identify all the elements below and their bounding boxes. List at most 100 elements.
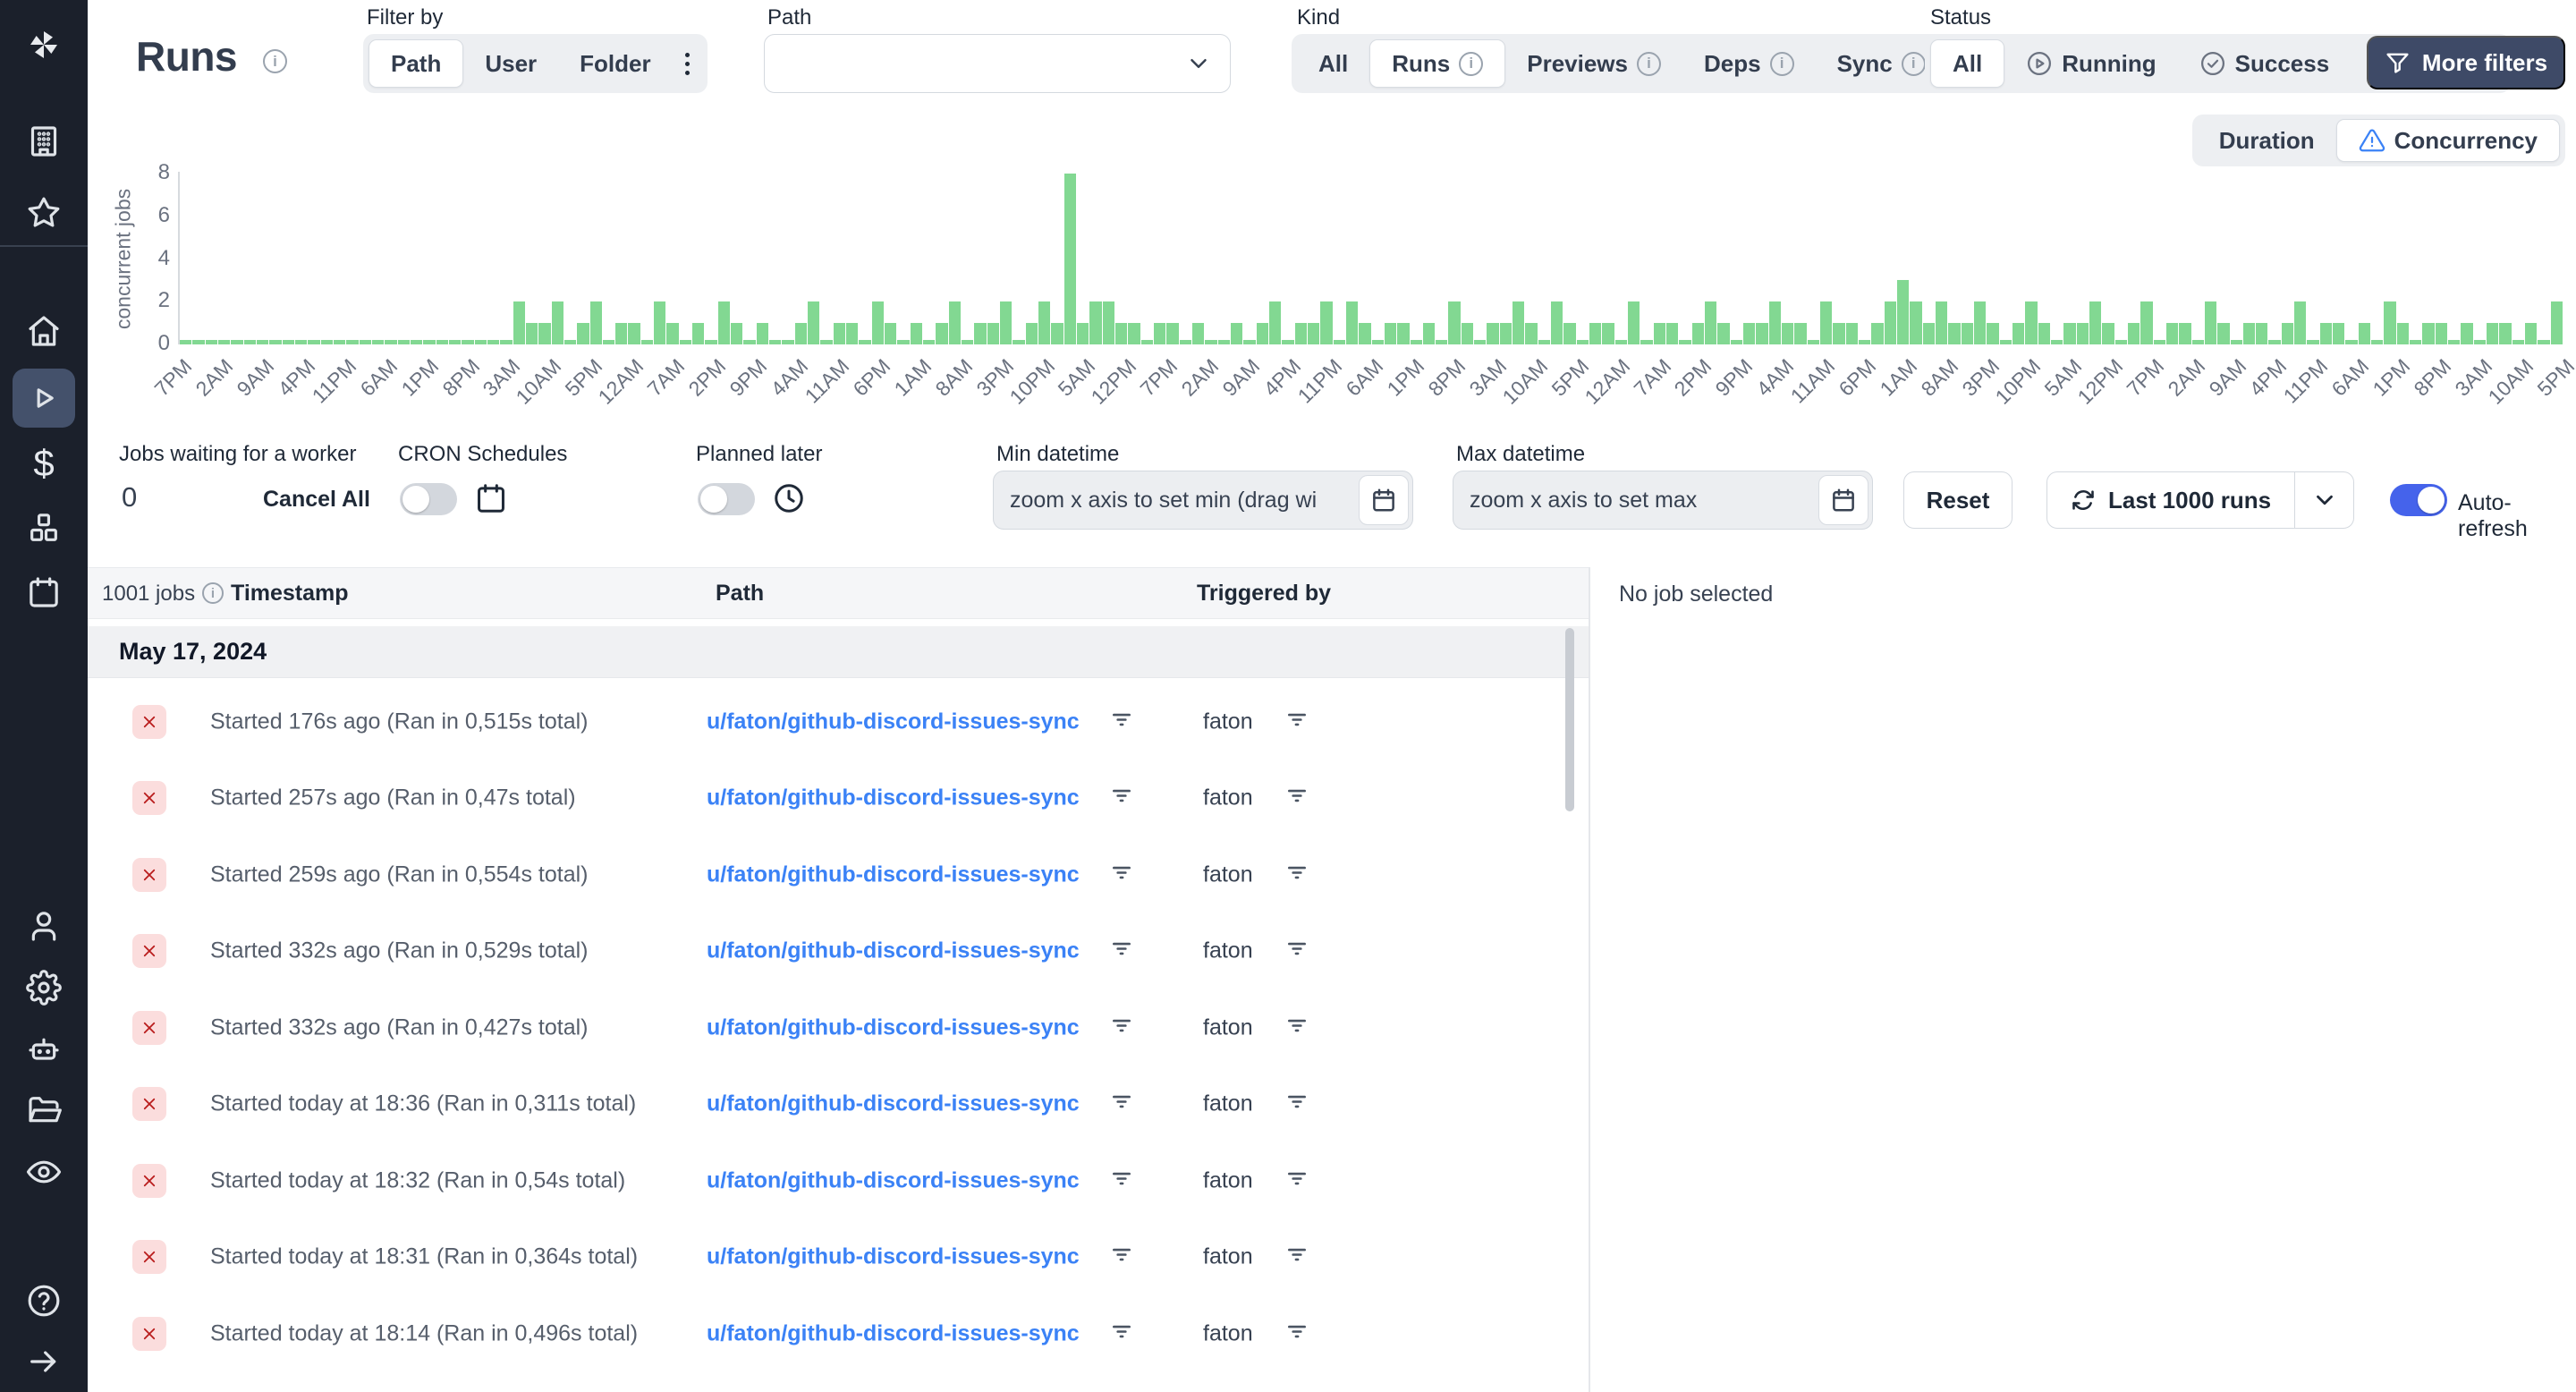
sidebar-item-resources-icon[interactable] xyxy=(0,499,88,556)
run-triggered-by: faton xyxy=(1203,709,1253,734)
filter-by-user-icon[interactable] xyxy=(1285,1091,1309,1118)
reset-button[interactable]: Reset xyxy=(1903,471,2012,529)
min-datetime-calendar-button[interactable] xyxy=(1359,475,1409,525)
run-row[interactable]: Started 259s ago (Ran in 0,554s total) u… xyxy=(88,836,1589,913)
sidebar-item-folders-icon[interactable] xyxy=(0,1082,88,1139)
chart-bar xyxy=(1922,323,1935,344)
filter-by-user-icon[interactable] xyxy=(1285,1167,1309,1194)
filter-by-path-icon[interactable] xyxy=(1110,1320,1133,1347)
sidebar-item-settings-gear-icon[interactable] xyxy=(0,959,88,1016)
filter-by-user-icon[interactable] xyxy=(1285,708,1309,735)
status-success-button[interactable]: Success xyxy=(2178,39,2351,88)
cancel-all-button[interactable]: Cancel All xyxy=(263,487,370,513)
run-row[interactable]: Started today at 18:14 (Ran in 0,496s to… xyxy=(88,1295,1589,1372)
filter-by-path-icon[interactable] xyxy=(1110,708,1133,735)
filter-by-path-icon[interactable] xyxy=(1110,1091,1133,1118)
planned-later-toggle[interactable] xyxy=(698,483,755,515)
filter-by-path-icon[interactable] xyxy=(1110,1243,1133,1271)
failure-status-badge[interactable] xyxy=(132,857,166,892)
expand-sidebar-arrow-icon[interactable] xyxy=(0,1333,88,1390)
concurrency-tab[interactable]: Concurrency xyxy=(2335,119,2560,162)
path-select[interactable] xyxy=(764,34,1231,93)
filter-by-path-icon[interactable] xyxy=(1110,785,1133,812)
jobs-count-info-icon[interactable] xyxy=(202,582,224,604)
refresh-runs-button[interactable]: Last 1000 runs xyxy=(2047,472,2294,528)
filter-by-user-icon[interactable] xyxy=(1285,1243,1309,1271)
help-icon[interactable] xyxy=(0,1272,88,1329)
run-path-link[interactable]: u/faton/github-discord-issues-sync xyxy=(707,1014,1080,1040)
chart-bar xyxy=(1474,340,1487,344)
filter-by-user-icon[interactable] xyxy=(1285,785,1309,812)
filter-by-user-icon[interactable] xyxy=(1285,938,1309,965)
favorites-star-icon[interactable] xyxy=(0,184,88,242)
column-header-triggered-by[interactable]: Triggered by xyxy=(1197,581,1331,607)
run-path-link[interactable]: u/faton/github-discord-issues-sync xyxy=(707,938,1080,964)
auto-refresh-toggle[interactable] xyxy=(2390,484,2447,516)
failure-status-badge[interactable] xyxy=(132,1010,166,1045)
chart-bar xyxy=(2050,340,2063,344)
sidebar-item-runs-icon[interactable] xyxy=(13,369,75,428)
windmill-logo-icon[interactable] xyxy=(0,16,88,73)
more-filters-button[interactable]: More filters xyxy=(2367,36,2565,89)
max-datetime-input[interactable] xyxy=(1453,487,1818,514)
filter-by-user-button[interactable]: User xyxy=(463,39,558,88)
failure-status-badge[interactable] xyxy=(132,1240,166,1275)
run-path-link[interactable]: u/faton/github-discord-issues-sync xyxy=(707,709,1080,734)
run-row[interactable]: Started today at 18:31 (Ran in 0,364s to… xyxy=(88,1219,1589,1296)
runs-count-dropdown-button[interactable] xyxy=(2294,472,2353,528)
filter-by-path-icon[interactable] xyxy=(1110,1167,1133,1194)
list-scrollbar[interactable] xyxy=(1565,628,1574,811)
concurrency-bar-chart[interactable] xyxy=(180,173,2563,344)
failure-status-badge[interactable] xyxy=(132,1163,166,1198)
status-running-button[interactable]: Running xyxy=(2004,39,2177,88)
sidebar-item-schedules-icon[interactable] xyxy=(0,564,88,621)
run-path-link[interactable]: u/faton/github-discord-issues-sync xyxy=(707,1244,1080,1270)
column-header-timestamp[interactable]: Timestamp xyxy=(231,581,349,607)
run-row[interactable]: Started 332s ago (Ran in 0,529s total) u… xyxy=(88,913,1589,990)
chart-bar xyxy=(615,323,628,344)
run-path-link[interactable]: u/faton/github-discord-issues-sync xyxy=(707,862,1080,887)
sidebar-item-billing-icon[interactable]: $ xyxy=(0,435,88,492)
duration-tab[interactable]: Duration xyxy=(2198,119,2336,162)
filter-by-path-button[interactable]: Path xyxy=(369,39,464,88)
run-path-link[interactable]: u/faton/github-discord-issues-sync xyxy=(707,1091,1080,1117)
kind-all-button[interactable]: All xyxy=(1297,39,1369,88)
run-path-link[interactable]: u/faton/github-discord-issues-sync xyxy=(707,1320,1080,1346)
filter-by-user-icon[interactable] xyxy=(1285,1320,1309,1347)
failure-status-badge[interactable] xyxy=(132,781,166,816)
filter-by-user-icon[interactable] xyxy=(1285,1014,1309,1041)
run-row[interactable]: Started 332s ago (Ran in 0,427s total) u… xyxy=(88,989,1589,1066)
filter-by-more-kebab-icon[interactable] xyxy=(673,52,702,75)
kind-runs-button[interactable]: Runs xyxy=(1369,39,1506,88)
runs-info-icon[interactable] xyxy=(263,49,287,73)
max-datetime-calendar-button[interactable] xyxy=(1818,475,1868,525)
run-row[interactable]: Started 176s ago (Ran in 0,515s total) u… xyxy=(88,683,1589,760)
filter-by-path-icon[interactable] xyxy=(1110,861,1133,888)
failure-status-badge[interactable] xyxy=(132,1316,166,1351)
cron-schedules-toggle[interactable] xyxy=(400,483,457,515)
filter-by-path-icon[interactable] xyxy=(1110,938,1133,965)
sidebar-item-users-icon[interactable] xyxy=(0,897,88,955)
column-header-path[interactable]: Path xyxy=(716,581,764,607)
sidebar-item-workers-robot-icon[interactable] xyxy=(0,1021,88,1078)
failure-status-badge[interactable] xyxy=(132,704,166,739)
chart-bar xyxy=(2473,340,2487,344)
workspace-icon[interactable] xyxy=(0,113,88,170)
kind-deps-button[interactable]: Deps xyxy=(1682,39,1816,88)
run-row[interactable]: Started today at 18:36 (Ran in 0,311s to… xyxy=(88,1066,1589,1143)
filter-by-path-icon[interactable] xyxy=(1110,1014,1133,1041)
run-row[interactable]: Started 257s ago (Ran in 0,47s total) u/… xyxy=(88,760,1589,837)
run-path-link[interactable]: u/faton/github-discord-issues-sync xyxy=(707,1167,1080,1193)
sidebar-item-audit-eye-icon[interactable] xyxy=(0,1143,88,1201)
filter-by-folder-button[interactable]: Folder xyxy=(558,39,672,88)
min-datetime-input[interactable] xyxy=(994,487,1359,514)
run-row[interactable]: Started today at 18:32 (Ran in 0,54s tot… xyxy=(88,1142,1589,1219)
sidebar-item-home-icon[interactable] xyxy=(0,302,88,360)
failure-status-badge[interactable] xyxy=(132,1087,166,1122)
failure-status-badge[interactable] xyxy=(132,934,166,969)
status-all-button[interactable]: All xyxy=(1930,39,2005,88)
kind-previews-button[interactable]: Previews xyxy=(1505,39,1682,88)
chart-bar xyxy=(1640,340,1653,344)
filter-by-user-icon[interactable] xyxy=(1285,861,1309,888)
run-path-link[interactable]: u/faton/github-discord-issues-sync xyxy=(707,785,1080,811)
